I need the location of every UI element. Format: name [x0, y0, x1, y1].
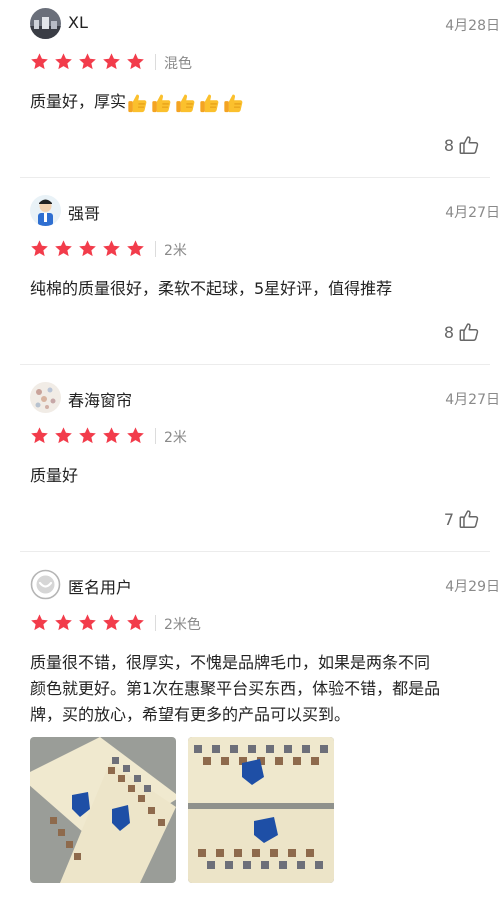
star-rating: [30, 239, 145, 258]
review-text: 质量好: [30, 466, 79, 485]
like-count: 7: [443, 509, 454, 529]
star-icon: [79, 427, 96, 444]
review-text-line: 牌，买的放心，希望有更多的产品可以买到。: [30, 705, 351, 724]
star-icon: [79, 53, 96, 70]
product-spec: 2米色: [164, 617, 201, 633]
rating-row: 2米: [30, 426, 330, 446]
like-button[interactable]: 8: [444, 134, 480, 156]
username: 匿名用户: [68, 578, 133, 597]
star-rating: [30, 613, 145, 632]
review-header: 匿名用户 4月29日: [30, 569, 500, 605]
like-button[interactable]: 8: [444, 321, 480, 343]
thumbs-up-icon: [459, 323, 479, 341]
review-photo[interactable]: [30, 737, 176, 883]
avatar[interactable]: [30, 8, 61, 39]
product-spec: 2米: [164, 243, 187, 259]
thumbs-up-emoji-icon: [200, 94, 219, 112]
avatar[interactable]: [30, 195, 61, 226]
star-icon: [127, 614, 144, 631]
review-date: 4月28日: [445, 18, 500, 34]
review-header: XL 4月28日: [30, 8, 500, 44]
divider: [20, 177, 490, 178]
star-icon: [79, 240, 96, 257]
review-date: 4月27日: [445, 392, 500, 408]
rating-row: 混色: [30, 52, 330, 72]
divider: [155, 428, 156, 444]
star-icon: [127, 427, 144, 444]
star-icon: [55, 614, 72, 631]
thumbs-up-emoji-icon: [224, 94, 243, 112]
review-text: 质量好，厚实: [30, 92, 127, 111]
star-icon: [31, 240, 48, 257]
username: 春海窗帘: [68, 391, 133, 410]
review-date: 4月27日: [445, 205, 500, 221]
star-icon: [31, 427, 48, 444]
product-spec: 2米: [164, 430, 187, 446]
star-icon: [55, 53, 72, 70]
review-date: 4月29日: [445, 579, 500, 595]
username: XL: [68, 13, 88, 32]
review-text: 质量很不错，很厚实，不愧是品牌毛巾，如果是两条不同 颜色就更好。第1次在惠聚平台…: [30, 650, 492, 728]
star-rating: [30, 52, 145, 71]
review-photo[interactable]: [188, 737, 334, 883]
divider: [20, 551, 490, 552]
star-icon: [31, 53, 48, 70]
star-icon: [103, 53, 120, 70]
review-photos: [30, 737, 334, 883]
thumbs-up-emoji-icon: [152, 94, 171, 112]
divider: [155, 241, 156, 257]
divider: [155, 54, 156, 70]
username: 强哥: [68, 204, 101, 223]
review-text-line: 颜色就更好。第1次在惠聚平台买东西，体验不错，都是品: [30, 679, 441, 698]
review-text: 纯棉的质量很好，柔软不起球，5星好评，值得推荐: [30, 279, 393, 298]
star-icon: [79, 614, 96, 631]
star-icon: [127, 53, 144, 70]
review-header: 春海窗帘 4月27日: [30, 382, 500, 418]
avatar[interactable]: [30, 382, 61, 413]
review-content: 质量好，厚实: [30, 89, 492, 115]
anonymous-avatar-icon[interactable]: [30, 569, 61, 600]
star-icon: [127, 240, 144, 257]
thumbs-up-emojis: [126, 92, 245, 114]
thumbs-up-icon: [459, 510, 479, 528]
rating-row: 2米色: [30, 613, 330, 633]
rating-row: 2米: [30, 239, 330, 259]
product-spec: 混色: [164, 56, 192, 72]
star-icon: [55, 240, 72, 257]
star-rating: [30, 426, 145, 445]
thumbs-up-emoji-icon: [176, 94, 195, 112]
review-header: 强哥 4月27日: [30, 195, 500, 231]
star-icon: [31, 614, 48, 631]
like-count: 8: [443, 135, 454, 155]
divider: [155, 615, 156, 631]
review-list: XL 4月28日 混色 质量好，厚实 8 强哥 4月27日 2米 纯棉的质量很好…: [10, 0, 500, 902]
divider: [20, 364, 490, 365]
star-icon: [103, 240, 120, 257]
like-count: 8: [443, 322, 454, 342]
star-icon: [103, 614, 120, 631]
thumbs-up-icon: [459, 136, 479, 154]
star-icon: [103, 427, 120, 444]
thumbs-up-emoji-icon: [128, 94, 147, 112]
star-icon: [55, 427, 72, 444]
review-text-line: 质量很不错，很厚实，不愧是品牌毛巾，如果是两条不同: [30, 653, 431, 672]
like-button[interactable]: 7: [444, 508, 480, 530]
